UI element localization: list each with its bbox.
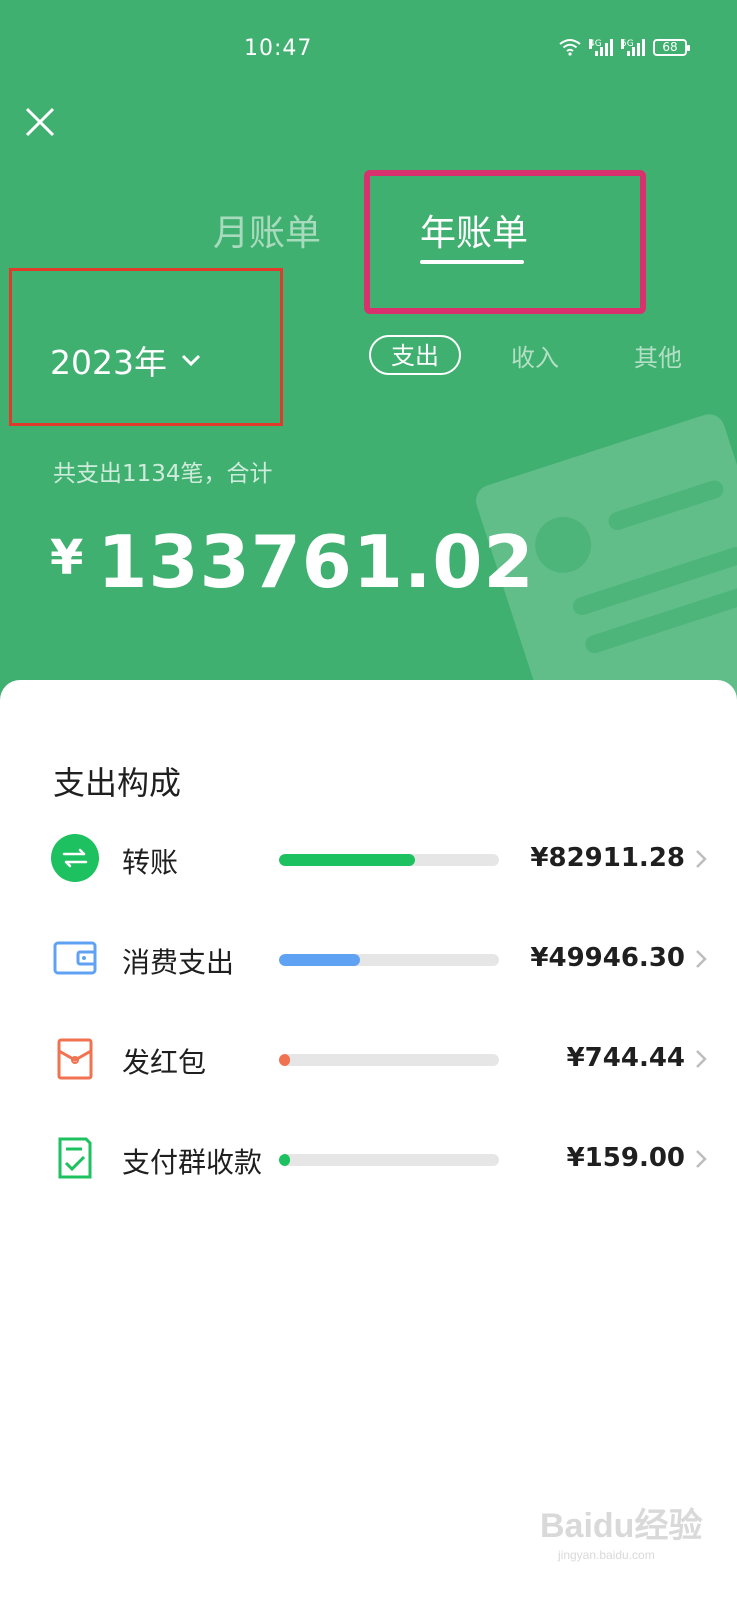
breakdown-row-red-packet[interactable]: 发红包 ¥744.44: [0, 1023, 737, 1093]
network-label-4g: 4G: [589, 39, 602, 49]
breakdown-value: ¥159.00: [566, 1143, 685, 1173]
wallet-icon: [53, 941, 97, 975]
status-time: 10:47: [244, 36, 313, 61]
filter-other[interactable]: 其他: [634, 338, 682, 373]
red-packet-icon: [57, 1038, 93, 1080]
breakdown-row-group-collect[interactable]: 支付群收款 ¥159.00: [0, 1123, 737, 1193]
breakdown-panel: 支出构成 转账 ¥82911.28 消费支出 ¥49946.30 发红包 ¥74…: [0, 680, 737, 1600]
breakdown-bar: [279, 1054, 499, 1066]
breakdown-bar-fill: [279, 1054, 290, 1066]
breakdown-bar-fill: [279, 854, 416, 866]
chevron-right-icon: [696, 850, 707, 868]
network-label-5g: 5G: [621, 39, 634, 49]
bill-illustration-icon: [476, 414, 737, 708]
chevron-right-icon: [696, 1150, 707, 1168]
breakdown-value: ¥744.44: [566, 1043, 685, 1073]
breakdown-title: 支出构成: [53, 764, 182, 802]
tab-monthly-bill[interactable]: 月账单: [213, 204, 321, 256]
expense-summary: 共支出1134笔，合计: [53, 461, 273, 487]
annotation-box-tab: [364, 170, 646, 314]
close-icon[interactable]: [24, 106, 56, 138]
total-amount: ¥ 133761.02: [50, 520, 535, 604]
battery-icon: 68: [653, 39, 690, 56]
breakdown-bar: [279, 1154, 499, 1166]
year-selector-label: 2023年: [50, 343, 167, 382]
status-icons: 4G 5G 68: [559, 38, 690, 56]
filter-expense[interactable]: 支出: [369, 335, 461, 375]
group-collect-icon: [58, 1137, 92, 1179]
breakdown-row-transfer[interactable]: 转账 ¥82911.28: [0, 823, 737, 893]
breakdown-bar: [279, 954, 499, 966]
transfer-icon: [51, 834, 99, 882]
status-bar: 10:47 4G 5G 68: [0, 0, 737, 100]
chevron-right-icon: [696, 1050, 707, 1068]
breakdown-value: ¥82911.28: [530, 843, 685, 873]
chevron-right-icon: [696, 950, 707, 968]
baidu-watermark: Baidu经验 jingyan.baidu.com: [540, 1506, 702, 1562]
breakdown-value: ¥49946.30: [530, 943, 685, 973]
breakdown-label: 转账: [122, 846, 179, 879]
chevron-down-icon: [181, 354, 201, 367]
breakdown-row-consumption[interactable]: 消费支出 ¥49946.30: [0, 923, 737, 993]
watermark-logo-text: Baidu经验: [540, 1506, 702, 1545]
total-amount-value: 133761.02: [97, 520, 535, 604]
currency-symbol: ¥: [50, 530, 84, 586]
breakdown-label: 消费支出: [122, 946, 235, 979]
breakdown-bar: [279, 854, 499, 866]
breakdown-bar-fill: [279, 954, 361, 966]
filter-income[interactable]: 收入: [511, 338, 559, 373]
year-selector[interactable]: 2023年: [50, 336, 201, 384]
breakdown-bar-fill: [279, 1154, 290, 1166]
wifi-icon: [559, 39, 581, 56]
header: 10:47 4G 5G 68 月账单 年账单 2023年 支出 收入 其他 共支…: [0, 0, 737, 720]
breakdown-label: 发红包: [122, 1046, 207, 1079]
signal-5g-icon: 5G: [621, 39, 645, 56]
signal-4g-icon: 4G: [589, 39, 613, 56]
watermark-url: jingyan.baidu.com: [557, 1548, 655, 1562]
breakdown-label: 支付群收款: [122, 1146, 263, 1179]
